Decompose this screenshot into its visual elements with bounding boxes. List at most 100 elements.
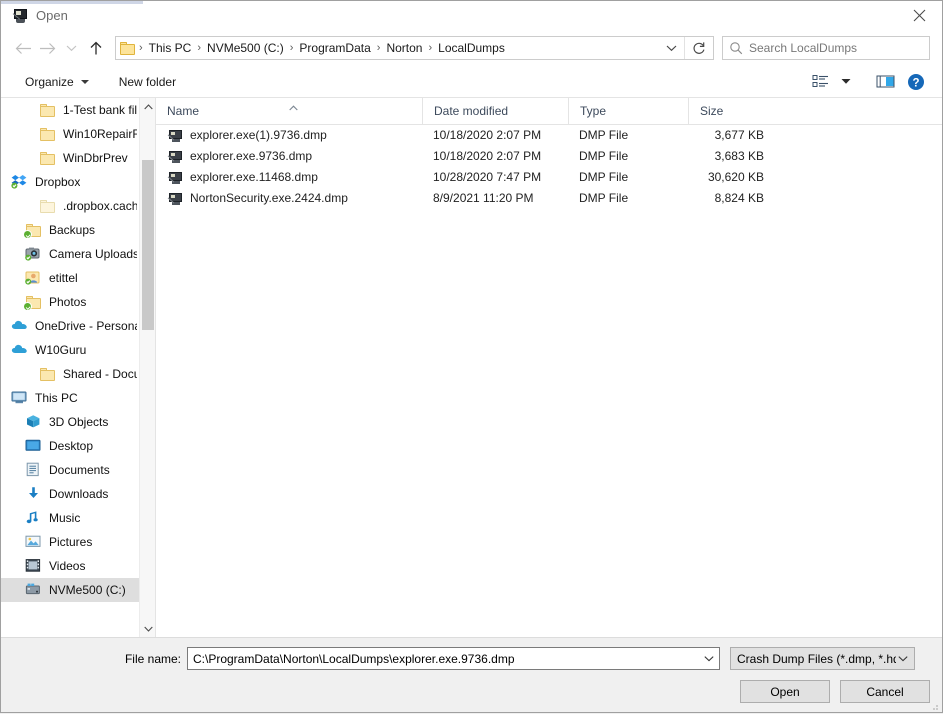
music-icon bbox=[25, 510, 43, 526]
pictures-icon bbox=[25, 534, 43, 550]
debugger-icon bbox=[12, 8, 28, 24]
table-row[interactable]: explorer.exe(1).9736.dmp10/18/2020 2:07 … bbox=[156, 125, 942, 146]
file-type-cell: DMP File bbox=[568, 146, 688, 167]
open-file-dialog: Open bbox=[0, 0, 943, 713]
scrollbar-thumb[interactable] bbox=[142, 160, 154, 330]
folder-icon bbox=[39, 126, 57, 142]
file-date-cell: 10/18/2020 2:07 PM bbox=[422, 125, 568, 146]
column-header-date-modified[interactable]: Date modified bbox=[422, 98, 568, 124]
file-name-cell: NortonSecurity.exe.2424.dmp bbox=[156, 188, 422, 209]
resize-grip[interactable] bbox=[929, 700, 939, 710]
sidebar-item-etittel[interactable]: etittel bbox=[1, 266, 139, 290]
sidebar-item-label: Shared - Documents bbox=[63, 367, 137, 381]
chevron-down-icon bbox=[81, 80, 89, 84]
refresh-icon[interactable] bbox=[684, 37, 713, 59]
desktop-icon bbox=[25, 438, 43, 454]
forward-button[interactable] bbox=[35, 36, 59, 60]
cancel-button[interactable]: Cancel bbox=[840, 680, 930, 703]
chevron-down-icon[interactable] bbox=[700, 655, 717, 662]
user-sync-icon bbox=[25, 270, 43, 286]
column-header-type[interactable]: Type bbox=[568, 98, 688, 124]
view-layout-icon[interactable] bbox=[807, 70, 835, 94]
sidebar-item-music[interactable]: Music bbox=[1, 506, 139, 530]
sidebar-item-this-pc[interactable]: This PC bbox=[1, 386, 139, 410]
sidebar-item-dropbox-cache[interactable]: .dropbox.cache bbox=[1, 194, 139, 218]
folder-icon bbox=[39, 198, 57, 214]
sidebar-item-photos[interactable]: Photos bbox=[1, 290, 139, 314]
file-type-cell: DMP File bbox=[568, 167, 688, 188]
organize-label: Organize bbox=[25, 75, 74, 89]
sidebar-item-label: WinDbrPrev bbox=[63, 151, 128, 165]
table-row[interactable]: explorer.exe.11468.dmp10/28/2020 7:47 PM… bbox=[156, 167, 942, 188]
dialog-body: 1-Test bank files Win10RepairRev WinDbrPre… bbox=[1, 97, 942, 637]
sidebar-item-documents[interactable]: Documents bbox=[1, 458, 139, 482]
sidebar-item-label: Backups bbox=[49, 223, 95, 237]
sidebar-item-downloads[interactable]: Downloads bbox=[1, 482, 139, 506]
help-icon[interactable]: ? bbox=[902, 70, 930, 94]
drive-icon bbox=[25, 582, 43, 598]
sidebar-item-3d-objects[interactable]: 3D Objects bbox=[1, 410, 139, 434]
folder-tree: 1-Test bank files Win10RepairRev WinDbrPre… bbox=[1, 98, 139, 637]
camera-sync-icon bbox=[25, 246, 43, 262]
breadcrumb-item-2[interactable]: ProgramData bbox=[294, 37, 375, 59]
sidebar-item-w10guru[interactable]: W10Guru bbox=[1, 338, 139, 362]
sidebar-item-onedrive-personal[interactable]: OneDrive - Personal bbox=[1, 314, 139, 338]
sidebar-item-nvme500-c[interactable]: NVMe500 (C:) bbox=[1, 578, 139, 602]
file-name-input[interactable]: C:\ProgramData\Norton\LocalDumps\explore… bbox=[187, 647, 720, 670]
scroll-up-icon[interactable] bbox=[140, 98, 156, 115]
sidebar-item-label: Desktop bbox=[49, 439, 93, 453]
sidebar-item-pictures[interactable]: Pictures bbox=[1, 530, 139, 554]
file-size-cell: 8,824 KB bbox=[688, 188, 774, 209]
folder-sync-icon bbox=[25, 294, 43, 310]
chevron-down-icon[interactable] bbox=[658, 37, 684, 59]
breadcrumb-item-4[interactable]: LocalDumps bbox=[433, 37, 510, 59]
address-bar[interactable]: › This PC › NVMe500 (C:) › ProgramData ›… bbox=[115, 36, 714, 60]
open-button[interactable]: Open bbox=[740, 680, 830, 703]
sidebar-item-windbrprev[interactable]: WinDbrPrev bbox=[1, 146, 139, 170]
sidebar-item-label: Dropbox bbox=[35, 175, 80, 189]
sidebar-item-backups[interactable]: Backups bbox=[1, 218, 139, 242]
file-type-filter-dropdown[interactable]: Crash Dump Files (*.dmp, *.hdr bbox=[730, 647, 915, 670]
preview-pane-icon[interactable] bbox=[871, 70, 899, 94]
sidebar-item-desktop[interactable]: Desktop bbox=[1, 434, 139, 458]
search-input[interactable]: Search LocalDumps bbox=[722, 36, 930, 60]
sidebar-item-label: 1-Test bank files bbox=[63, 103, 137, 117]
view-dropdown-icon[interactable] bbox=[838, 70, 854, 94]
search-placeholder: Search LocalDumps bbox=[749, 41, 857, 55]
sidebar-item-shared-documents[interactable]: Shared - Documents bbox=[1, 362, 139, 386]
dialog-footer: File name: C:\ProgramData\Norton\LocalDu… bbox=[1, 637, 942, 712]
cloud-icon bbox=[11, 342, 29, 358]
sidebar-item-win10repairrev[interactable]: Win10RepairRev bbox=[1, 122, 139, 146]
breadcrumb-item-0[interactable]: This PC bbox=[144, 37, 197, 59]
sidebar-item-videos[interactable]: Videos bbox=[1, 554, 139, 578]
sidebar-item-1-test-bank-files[interactable]: 1-Test bank files bbox=[1, 98, 139, 122]
navigation-pane-scrollbar[interactable] bbox=[139, 98, 155, 637]
title-bar: Open bbox=[1, 1, 942, 30]
column-headers: Name Date modified Type Size bbox=[156, 98, 942, 125]
table-row[interactable]: NortonSecurity.exe.2424.dmp8/9/2021 11:2… bbox=[156, 188, 942, 209]
organize-button[interactable]: Organize bbox=[19, 71, 95, 93]
folder-icon bbox=[39, 366, 57, 382]
folder-icon bbox=[39, 150, 57, 166]
breadcrumb: › This PC › NVMe500 (C:) › ProgramData ›… bbox=[116, 37, 658, 59]
file-name-cell: explorer.exe.9736.dmp bbox=[156, 146, 422, 167]
up-button[interactable] bbox=[83, 36, 109, 60]
recent-locations-button[interactable] bbox=[59, 36, 83, 60]
sidebar-item-label: Win10RepairRev bbox=[63, 127, 137, 141]
file-size-cell: 3,683 KB bbox=[688, 146, 774, 167]
file-type-filter-value: Crash Dump Files (*.dmp, *.hdr bbox=[737, 652, 896, 666]
file-rows: explorer.exe(1).9736.dmp10/18/2020 2:07 … bbox=[156, 125, 942, 637]
breadcrumb-item-3[interactable]: Norton bbox=[381, 37, 427, 59]
sidebar-item-dropbox[interactable]: Dropbox bbox=[1, 170, 139, 194]
file-name-text: explorer.exe.11468.dmp bbox=[190, 167, 318, 188]
new-folder-button[interactable]: New folder bbox=[113, 71, 182, 93]
close-icon[interactable] bbox=[896, 1, 942, 30]
back-button[interactable] bbox=[11, 36, 35, 60]
breadcrumb-item-1[interactable]: NVMe500 (C:) bbox=[202, 37, 289, 59]
navigation-pane: 1-Test bank files Win10RepairRev WinDbrPre… bbox=[1, 98, 156, 637]
column-header-size[interactable]: Size bbox=[688, 98, 774, 124]
table-row[interactable]: explorer.exe.9736.dmp10/18/2020 2:07 PMD… bbox=[156, 146, 942, 167]
sidebar-item-camera-uploads[interactable]: Camera Uploads bbox=[1, 242, 139, 266]
file-date-cell: 8/9/2021 11:20 PM bbox=[422, 188, 568, 209]
scroll-down-icon[interactable] bbox=[140, 620, 156, 637]
